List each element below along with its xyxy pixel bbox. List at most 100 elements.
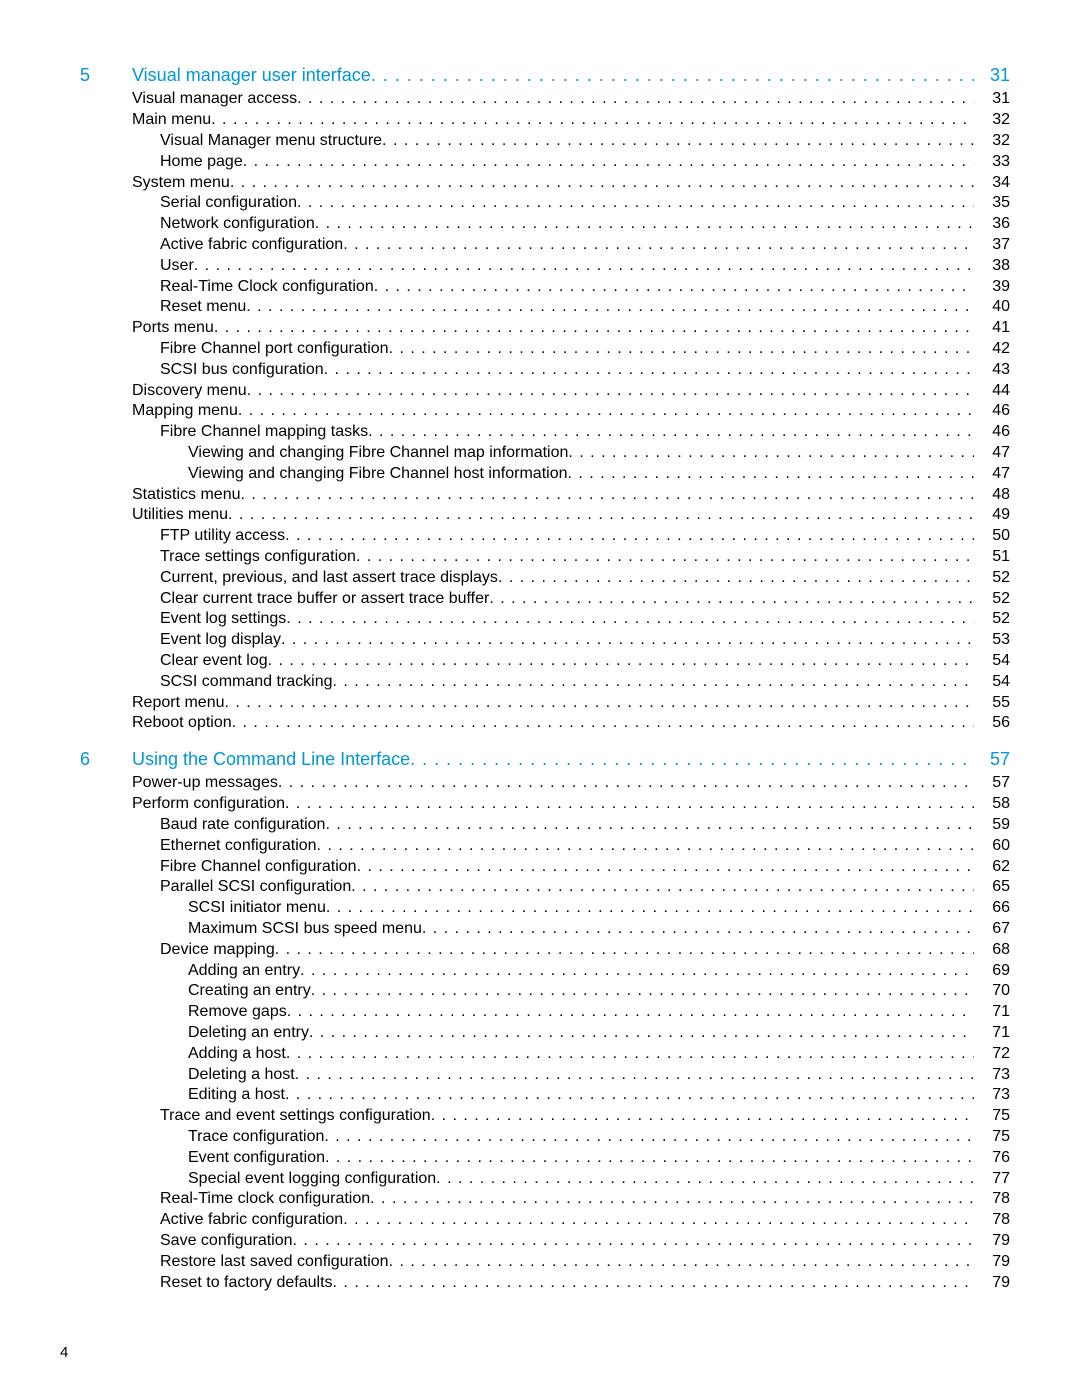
toc-entry-row[interactable]: Save configuration79 <box>60 1231 1010 1252</box>
toc-entry-row[interactable]: Ports menu41 <box>60 318 1010 339</box>
toc-entry-row[interactable]: Event log settings52 <box>60 609 1010 630</box>
toc-leader-dots <box>297 193 974 214</box>
toc-leader-dots <box>311 981 974 1002</box>
toc-entry-row[interactable]: Remove gaps71 <box>60 1002 1010 1023</box>
toc-leader-dots <box>225 693 975 714</box>
toc-entry-title: Trace and event settings configuration <box>96 1106 431 1127</box>
toc-entry-title: Main menu <box>96 110 211 131</box>
toc-entry-row[interactable]: Current, previous, and last assert trace… <box>60 568 1010 589</box>
toc-entry-title: Using the Command Line Interface <box>96 748 410 771</box>
toc-leader-dots <box>436 1169 974 1190</box>
toc-leader-dots <box>489 589 974 610</box>
toc-entry-title: Special event logging configuration <box>96 1169 436 1190</box>
toc-entry-row[interactable]: Fibre Channel port configuration42 <box>60 339 1010 360</box>
toc-entry-row[interactable]: Adding an entry69 <box>60 961 1010 982</box>
toc-entry-page: 32 <box>974 131 1010 152</box>
toc-entry-row[interactable]: Reset menu40 <box>60 297 1010 318</box>
toc-entry-page: 65 <box>974 877 1010 898</box>
toc-entry-page: 41 <box>974 318 1010 339</box>
toc-entry-page: 38 <box>974 256 1010 277</box>
toc-entry-row[interactable]: Reboot option56 <box>60 713 1010 734</box>
toc-entry-row[interactable]: Trace and event settings configuration75 <box>60 1106 1010 1127</box>
toc-leader-dots <box>343 235 974 256</box>
toc-entry-row[interactable]: Mapping menu46 <box>60 401 1010 422</box>
toc-entry-page: 73 <box>974 1085 1010 1106</box>
toc-entry-row[interactable]: FTP utility access50 <box>60 526 1010 547</box>
toc-entry-row[interactable]: Adding a host72 <box>60 1044 1010 1065</box>
toc-entry-title: Reset menu <box>96 297 246 318</box>
toc-entry-page: 79 <box>974 1231 1010 1252</box>
toc-entry-row[interactable]: SCSI bus configuration43 <box>60 360 1010 381</box>
toc-entry-row[interactable]: Reset to factory defaults79 <box>60 1273 1010 1294</box>
toc-entry-title: Adding a host <box>96 1044 286 1065</box>
toc-entry-title: Discovery menu <box>96 381 247 402</box>
toc-entry-row[interactable]: Deleting an entry71 <box>60 1023 1010 1044</box>
toc-entry-row[interactable]: System menu 34 <box>60 173 1010 194</box>
toc-entry-row[interactable]: Fibre Channel configuration62 <box>60 857 1010 878</box>
toc-entry-row[interactable]: Trace settings configuration51 <box>60 547 1010 568</box>
toc-entry-row[interactable]: User 38 <box>60 256 1010 277</box>
toc-entry-row[interactable]: Discovery menu44 <box>60 381 1010 402</box>
toc-entry-row[interactable]: Maximum SCSI bus speed menu67 <box>60 919 1010 940</box>
toc-entry-row[interactable]: Device mapping68 <box>60 940 1010 961</box>
toc-entry-title: User <box>96 256 194 277</box>
toc-entry-row[interactable]: Fibre Channel mapping tasks46 <box>60 422 1010 443</box>
toc-entry-title: Real-Time Clock configuration <box>96 277 374 298</box>
toc-entry-row[interactable]: Restore last saved configuration79 <box>60 1252 1010 1273</box>
toc-entry-row[interactable]: Deleting a host73 <box>60 1065 1010 1086</box>
toc-leader-dots <box>232 713 974 734</box>
toc-entry-row[interactable]: Viewing and changing Fibre Channel map i… <box>60 443 1010 464</box>
toc-entry-page: 57 <box>974 773 1010 794</box>
toc-entry-row[interactable]: Event configuration76 <box>60 1148 1010 1169</box>
toc-entry-row[interactable]: Creating an entry70 <box>60 981 1010 1002</box>
toc-entry-row[interactable]: Utilities menu49 <box>60 505 1010 526</box>
toc-leader-dots <box>309 1023 974 1044</box>
toc-entry-row[interactable]: Viewing and changing Fibre Channel host … <box>60 464 1010 485</box>
toc-entry-row[interactable]: Ethernet configuration60 <box>60 836 1010 857</box>
toc-entry-row[interactable]: Report menu55 <box>60 693 1010 714</box>
toc-entry-row[interactable]: Parallel SCSI configuration65 <box>60 877 1010 898</box>
toc-entry-row[interactable]: Main menu32 <box>60 110 1010 131</box>
toc-entry-page: 60 <box>974 836 1010 857</box>
toc-entry-page: 51 <box>974 547 1010 568</box>
toc-leader-dots <box>374 277 974 298</box>
toc-entry-row[interactable]: Serial configuration35 <box>60 193 1010 214</box>
toc-chapter-row[interactable]: 5Visual manager user interface31 <box>60 64 1010 87</box>
toc-entry-page: 37 <box>974 235 1010 256</box>
toc-entry-row[interactable]: Active fabric configuration78 <box>60 1210 1010 1231</box>
toc-entry-title: Clear event log <box>96 651 268 672</box>
toc-chapter-row[interactable]: 6Using the Command Line Interface57 <box>60 748 1010 771</box>
toc-entry-row[interactable]: Special event logging configuration77 <box>60 1169 1010 1190</box>
toc-entry-title: System menu <box>96 173 230 194</box>
toc-entry-title: Reboot option <box>96 713 232 734</box>
toc-entry-row[interactable]: Baud rate configuration59 <box>60 815 1010 836</box>
toc-entry-row[interactable]: Active fabric configuration37 <box>60 235 1010 256</box>
toc-entry-row[interactable]: Perform configuration58 <box>60 794 1010 815</box>
toc-leader-dots <box>568 443 974 464</box>
toc-entry-row[interactable]: Power-up messages57 <box>60 773 1010 794</box>
toc-entry-row[interactable]: Editing a host 73 <box>60 1085 1010 1106</box>
toc-entry-page: 46 <box>974 401 1010 422</box>
toc-entry-page: 34 <box>974 173 1010 194</box>
toc-entry-row[interactable]: Real-Time Clock configuration39 <box>60 277 1010 298</box>
toc-entry-title: Remove gaps <box>96 1002 287 1023</box>
toc-entry-row[interactable]: Home page33 <box>60 152 1010 173</box>
toc-entry-row[interactable]: SCSI command tracking54 <box>60 672 1010 693</box>
toc-entry-row[interactable]: Visual Manager menu structure32 <box>60 131 1010 152</box>
toc-entry-row[interactable]: Clear event log54 <box>60 651 1010 672</box>
toc-entry-row[interactable]: Visual manager access31 <box>60 89 1010 110</box>
toc-entry-page: 52 <box>974 568 1010 589</box>
toc-entry-page: 58 <box>974 794 1010 815</box>
toc-entry-row[interactable]: Clear current trace buffer or assert tra… <box>60 589 1010 610</box>
toc-entry-row[interactable]: Trace configuration75 <box>60 1127 1010 1148</box>
toc-entry-row[interactable]: Network configuration36 <box>60 214 1010 235</box>
toc-leader-dots <box>389 339 974 360</box>
toc-entry-title: Editing a host <box>96 1085 285 1106</box>
toc-entry-page: 79 <box>974 1252 1010 1273</box>
toc-entry-page: 79 <box>974 1273 1010 1294</box>
toc-entry-page: 67 <box>974 919 1010 940</box>
toc-entry-row[interactable]: Statistics menu48 <box>60 485 1010 506</box>
toc-entry-row[interactable]: Event log display53 <box>60 630 1010 651</box>
toc-entry-row[interactable]: SCSI initiator menu66 <box>60 898 1010 919</box>
toc-entry-row[interactable]: Real-Time clock configuration78 <box>60 1189 1010 1210</box>
